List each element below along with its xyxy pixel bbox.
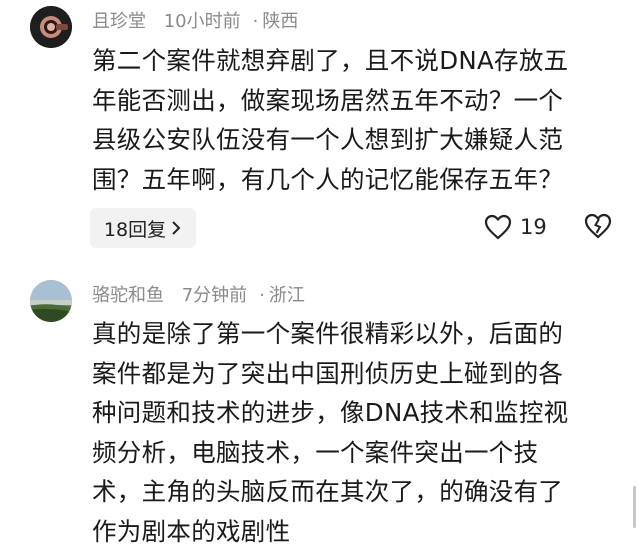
broken-heart-icon (583, 212, 613, 240)
view-replies-button[interactable]: 18回复 (90, 208, 196, 248)
avatar-image-icon (30, 6, 72, 48)
comment-meta: 且珍堂 10小时前 ·陕西 (92, 7, 310, 33)
like-count: 19 (520, 215, 547, 239)
comment-line: 案件都是为了突出中国刑侦历史上碰到的各 (92, 354, 612, 394)
comment-line: 频分析，电脑技术，一个案件突出一个技 (92, 433, 612, 473)
dislike-button[interactable] (583, 212, 613, 244)
comment-line: 作为剧本的戏剧性 (92, 512, 612, 551)
heart-icon (484, 214, 512, 240)
comment-line: 种问题和技术的进步，像DNA技术和监控视 (92, 393, 612, 433)
avatar-image-icon (30, 280, 72, 322)
chevron-right-icon (170, 220, 182, 236)
comment-body: 第二个案件就想弃剧了，且不说DNA存放五 年能否测出，做案现场居然五年不动？一个… (92, 41, 612, 199)
comment-line: 真的是除了第一个案件很精彩以外，后面的 (92, 314, 612, 354)
reply-count-label: 18回复 (104, 215, 166, 242)
comment-line: 第二个案件就想弃剧了，且不说DNA存放五 (92, 41, 612, 81)
comment-time: 10小时前 (164, 11, 241, 32)
comment-line: 围？五年啊，有几个人的记忆能保存五年？ (92, 160, 612, 200)
comment-meta: 骆驼和鱼 7分钟前 ·浙江 (92, 281, 317, 307)
meta-separator: · (259, 285, 265, 306)
username[interactable]: 且珍堂 (92, 11, 146, 32)
comment-location: 陕西 (262, 11, 298, 32)
username[interactable]: 骆驼和鱼 (92, 285, 164, 306)
comment-body: 真的是除了第一个案件很精彩以外，后面的 案件都是为了突出中国刑侦历史上碰到的各 … (92, 314, 612, 551)
comment-time: 7分钟前 (182, 285, 247, 306)
user-avatar[interactable] (30, 280, 72, 322)
scrollbar[interactable] (633, 486, 636, 528)
comment-line: 年能否测出，做案现场居然五年不动？一个 (92, 81, 612, 121)
meta-separator: · (253, 11, 259, 32)
comment-line: 县级公安队伍没有一个人想到扩大嫌疑人范 (92, 120, 612, 160)
user-avatar[interactable] (30, 6, 72, 48)
comment-line: 术，主角的头脑反而在其次了，的确没有了 (92, 472, 612, 512)
comment-location: 浙江 (269, 285, 305, 306)
like-button[interactable]: 19 (484, 214, 547, 240)
